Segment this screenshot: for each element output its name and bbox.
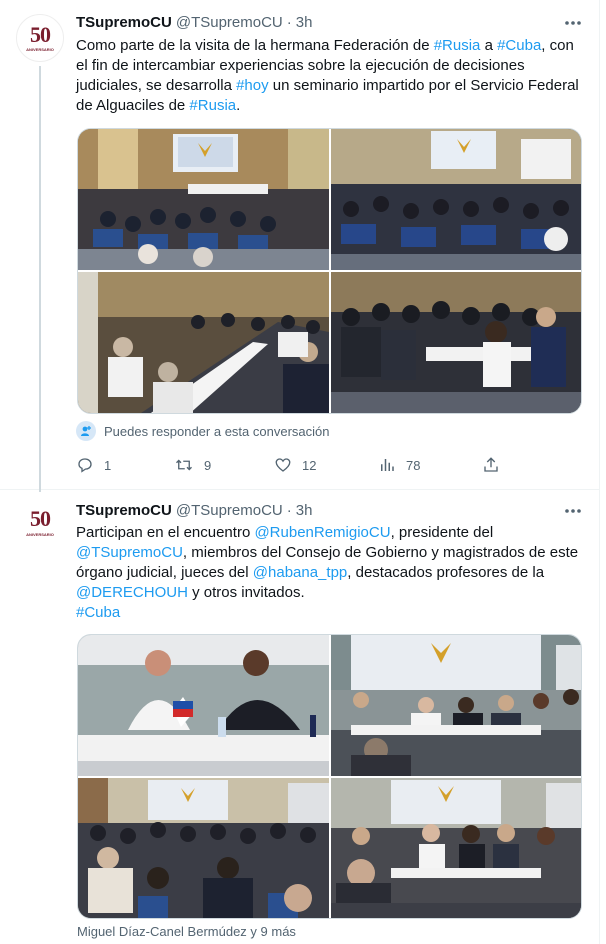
tweet-header: TSupremoCU @TSupremoCU · 3h [76, 12, 312, 32]
more-options-icon[interactable] [564, 14, 582, 32]
separator: · [286, 13, 292, 31]
like-count: 12 [302, 457, 317, 473]
display-name[interactable]: TSupremoCU [76, 14, 172, 31]
avatar-logo-caption: ANIVERSARIO [26, 47, 54, 52]
timestamp[interactable]: 3h [296, 14, 313, 31]
tweet-2[interactable]: 50 ANIVERSARIO TSupremoCU @TSupremoCU · … [0, 490, 600, 944]
mention-link[interactable]: @TSupremoCU [76, 544, 183, 561]
photo-grid [77, 634, 582, 919]
display-name[interactable]: TSupremoCU [76, 502, 172, 519]
photo-2[interactable] [331, 129, 581, 270]
mention-people-icon [76, 421, 96, 441]
text-segment: Participan en el encuentro [76, 524, 255, 541]
reply-icon [78, 458, 92, 473]
mention-link[interactable]: @habana_tpp [253, 564, 347, 581]
share-button[interactable] [482, 456, 500, 474]
views-chart-icon [381, 459, 394, 471]
avatar[interactable]: 50 ANIVERSARIO [16, 498, 64, 546]
reply-count: 1 [104, 457, 112, 473]
photo-1[interactable] [78, 635, 329, 776]
tweet-text: Como parte de la visita de la hermana Fe… [76, 36, 586, 116]
reply-permission-notice: Puedes responder a esta conversación [76, 421, 329, 441]
mention-link[interactable]: @DERECHOUH [76, 584, 188, 601]
separator: · [286, 501, 292, 519]
reply-permission-text: Puedes responder a esta conversación [104, 423, 330, 439]
photo-3[interactable] [78, 272, 329, 413]
photo-4[interactable] [331, 778, 581, 918]
timestamp[interactable]: 3h [296, 502, 313, 519]
like-button[interactable]: 12 [274, 456, 316, 474]
retweet-count: 9 [204, 457, 212, 473]
text-segment: y otros invitados. [187, 584, 305, 601]
heart-icon [275, 458, 291, 472]
hashtag-link[interactable]: #hoy [236, 77, 269, 94]
tagged-people-credit[interactable]: Miguel Díaz-Canel Bermúdez y 9 más [77, 924, 296, 939]
hashtag-link[interactable]: #Cuba [497, 37, 541, 54]
view-count: 78 [406, 457, 421, 473]
hashtag-link[interactable]: #Cuba [76, 604, 120, 621]
reply-button[interactable]: 1 [76, 456, 111, 474]
photo-4[interactable] [331, 272, 581, 413]
mention-link[interactable]: @RubenRemigioCU [254, 524, 390, 541]
retweet-icon [176, 459, 192, 471]
avatar-logo-caption: ANIVERSARIO [26, 532, 54, 537]
text-segment: a [480, 37, 498, 54]
tweet-text: Participan en el encuentro @RubenRemigio… [76, 523, 586, 623]
photo-2[interactable] [331, 635, 581, 776]
tweet-1[interactable]: 50 ANIVERSARIO TSupremoCU @TSupremoCU · … [0, 0, 600, 492]
avatar-logo-number: 50 [30, 506, 51, 531]
text-segment: . [236, 97, 241, 114]
timeline: 50 ANIVERSARIO TSupremoCU @TSupremoCU · … [0, 0, 600, 944]
text-segment: , destacados profesores de la [347, 564, 545, 581]
text-segment: , presidente del [390, 524, 494, 541]
tweet-actions: 1 9 12 78 [76, 456, 506, 478]
photo-grid [77, 128, 582, 414]
text-segment: Como parte de la visita de la hermana Fe… [76, 37, 434, 54]
thread-connector-line [39, 66, 41, 492]
photo-3[interactable] [78, 778, 329, 918]
avatar-logo-number: 50 [30, 22, 51, 47]
user-handle[interactable]: @TSupremoCU [176, 14, 283, 31]
hashtag-link[interactable]: #Rusia [434, 37, 481, 54]
tweet-header: TSupremoCU @TSupremoCU · 3h [76, 500, 312, 520]
photo-1[interactable] [78, 129, 329, 270]
more-options-icon[interactable] [564, 502, 582, 520]
user-handle[interactable]: @TSupremoCU [176, 502, 283, 519]
share-icon [484, 457, 498, 472]
avatar[interactable]: 50 ANIVERSARIO [16, 14, 64, 62]
hashtag-link[interactable]: #Rusia [189, 97, 236, 114]
retweet-button[interactable]: 9 [174, 456, 211, 474]
views-button[interactable]: 78 [378, 456, 420, 474]
